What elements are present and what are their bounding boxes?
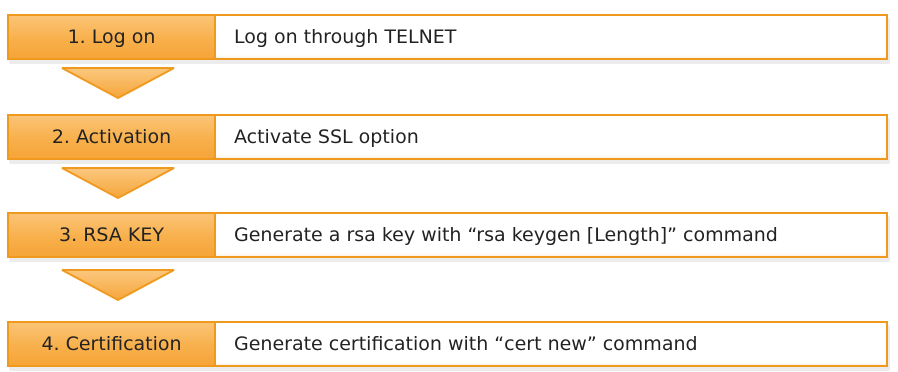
step-2-label: 2. Activation bbox=[7, 114, 216, 160]
step-2-description: Activate SSL option bbox=[216, 114, 888, 160]
step-1-label: 1. Log on bbox=[7, 14, 216, 60]
down-arrow-1 bbox=[61, 67, 175, 100]
step-4: 4. Certification Generate certification … bbox=[7, 321, 888, 367]
step-4-label: 4. Certification bbox=[7, 321, 216, 367]
step-3: 3. RSA KEY Generate a rsa key with “rsa … bbox=[7, 212, 888, 258]
step-3-description: Generate a rsa key with “rsa keygen [Len… bbox=[216, 212, 888, 258]
step-3-label: 3. RSA KEY bbox=[7, 212, 216, 258]
step-2: 2. Activation Activate SSL option bbox=[7, 114, 888, 160]
step-4-description: Generate certification with “cert new” c… bbox=[216, 321, 888, 367]
down-arrow-2 bbox=[61, 167, 175, 200]
step-1: 1. Log on Log on through TELNET bbox=[7, 14, 888, 60]
down-arrow-3 bbox=[61, 269, 175, 302]
step-1-description: Log on through TELNET bbox=[216, 14, 888, 60]
